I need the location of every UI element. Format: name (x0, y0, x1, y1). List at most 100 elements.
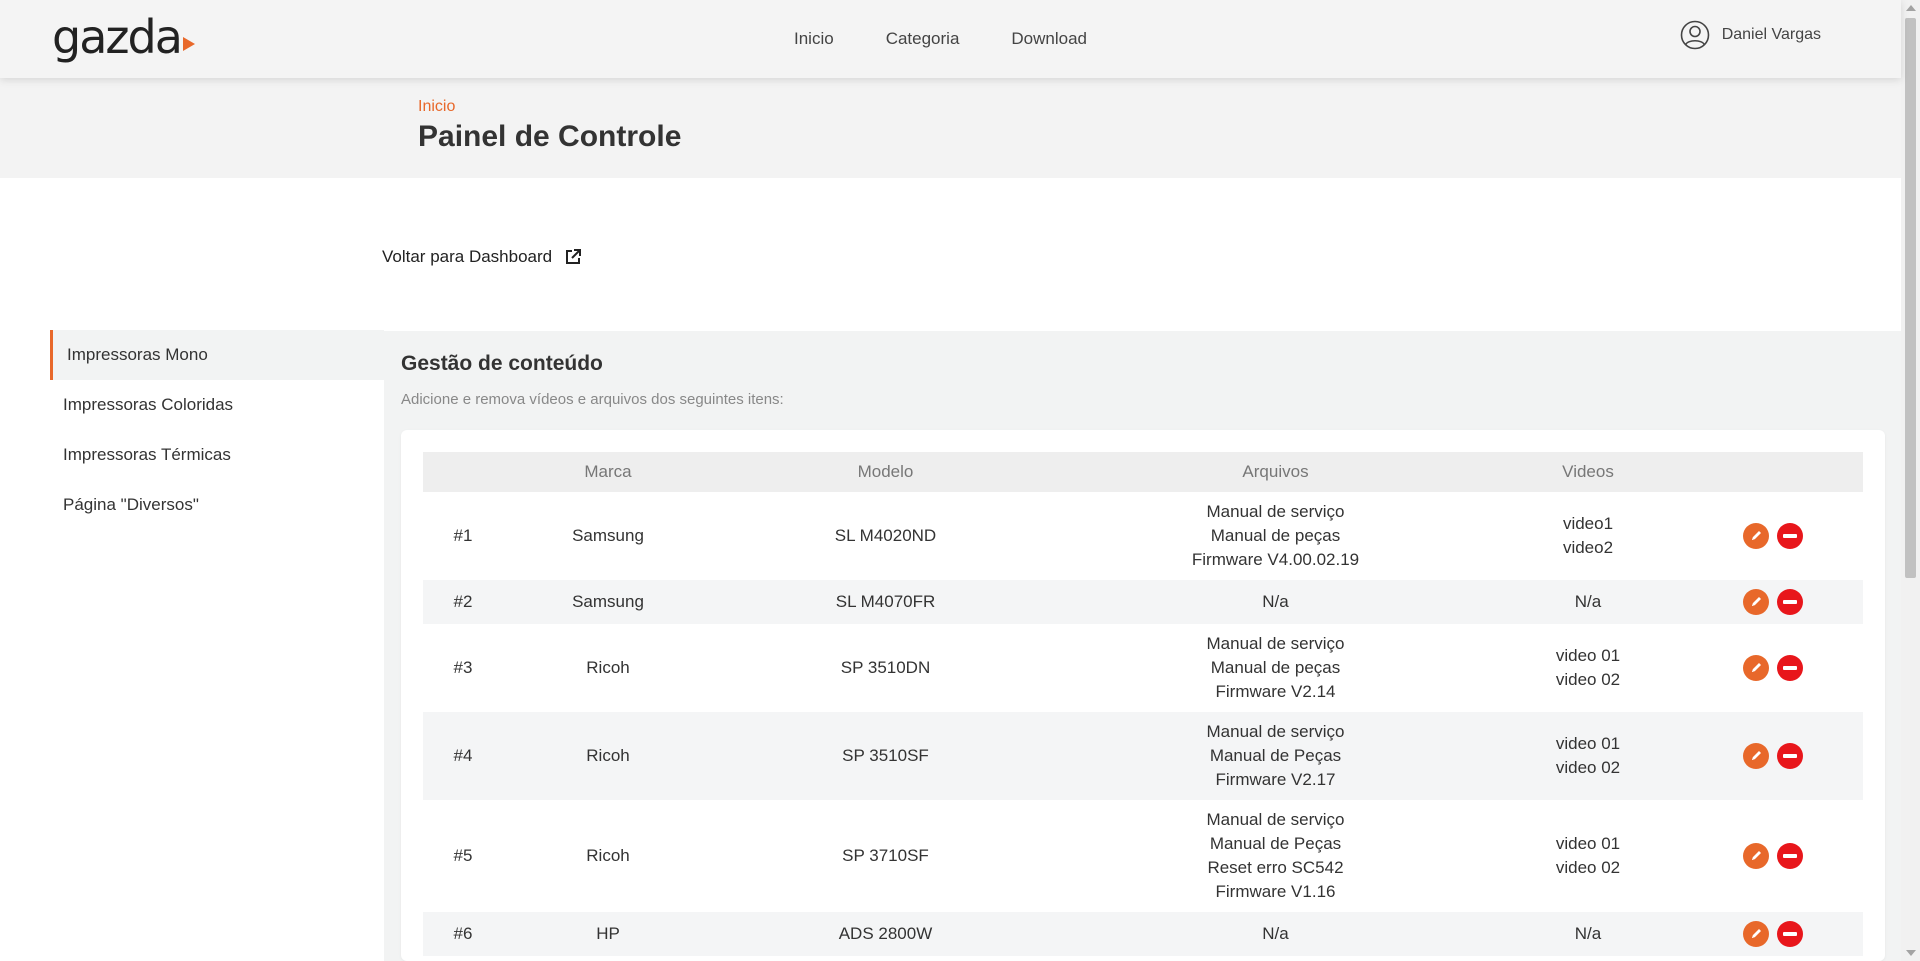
user-name: Daniel Vargas (1721, 26, 1821, 43)
external-link-icon (566, 249, 582, 264)
scroll-thumb[interactable] (1905, 18, 1916, 578)
cell-modelo: SP 3710SF (842, 846, 929, 865)
sidebar-item-label: Impressoras Térmicas (63, 445, 231, 464)
sidebar-item-impressoras-mono[interactable]: Impressoras Mono (50, 330, 384, 380)
sidebar-item-impressoras-termicas[interactable]: Impressoras Térmicas (50, 430, 384, 480)
cell-videos: N/a (1493, 580, 1683, 624)
cell-videos: video 01 video 02 (1493, 712, 1683, 800)
cell-modelo: ADS 2800W (838, 924, 933, 943)
file-item: Manual de Peças (1209, 746, 1342, 765)
sidebar-item-pagina-diversos[interactable]: Página "Diversos" (50, 480, 384, 530)
scroll-up-icon[interactable] (1906, 5, 1916, 11)
file-item: Manual de peças (1210, 526, 1341, 545)
breadcrumb[interactable]: Inicio (418, 98, 455, 116)
cell-videos: N/a (1493, 912, 1683, 956)
video-item: video 01 (1555, 834, 1621, 853)
cell-arquivos: Manual de serviço Manual de Peças Reset er… (1058, 800, 1493, 912)
cell-marca: Ricoh (586, 846, 630, 865)
delete-button[interactable] (1777, 523, 1803, 549)
sidebar-item-label: Impressoras Mono (67, 345, 208, 364)
cell-actions (1683, 712, 1863, 800)
row-index: #6 (453, 924, 473, 943)
cell-actions (1683, 800, 1863, 912)
table-row: #1 Samsung SL M4020ND Manual de serviço Manu… (423, 492, 1863, 580)
video-item: video 02 (1555, 858, 1621, 877)
row-index: #2 (453, 592, 473, 611)
minus-circle-icon (1783, 666, 1797, 670)
table-row: #6 HP ADS 2800W N/a N/a (423, 912, 1863, 956)
header-arquivos: Arquivos (1058, 452, 1493, 492)
back-link-label: Voltar para Dashboard (382, 247, 553, 266)
minus-circle-icon (1783, 534, 1797, 538)
row-actions (1683, 589, 1863, 615)
row-actions (1683, 921, 1863, 947)
user-menu[interactable]: Daniel Vargas (1680, 20, 1821, 50)
video-item: video 01 (1555, 734, 1621, 753)
nav-item-download[interactable]: Download (1011, 29, 1087, 49)
row-index: #3 (453, 658, 473, 677)
edit-button[interactable] (1743, 655, 1769, 681)
cell-arquivos: Manual de serviço Manual de peças Firmware… (1058, 492, 1493, 580)
cell-arquivos: N/a (1058, 580, 1493, 624)
sidebar-item-label: Página "Diversos" (63, 495, 199, 514)
delete-button[interactable] (1777, 655, 1803, 681)
video-item: video 01 (1555, 646, 1621, 665)
table-header-row: Marca Modelo Arquivos Videos (423, 452, 1863, 492)
edit-button[interactable] (1743, 843, 1769, 869)
page-header: Inicio Painel de Controle (0, 78, 1901, 178)
logo-text: gazda (52, 10, 183, 64)
file-item: Firmware V2.14 (1215, 682, 1336, 701)
video-item: video 02 (1555, 670, 1621, 689)
sidebar: Impressoras Mono Impressoras Coloridas I… (50, 330, 384, 530)
pencil-icon (1752, 597, 1761, 606)
edit-button[interactable] (1743, 523, 1769, 549)
header-marca: Marca (503, 452, 713, 492)
delete-button[interactable] (1777, 589, 1803, 615)
main-nav: Inicio Categoria Download (794, 0, 1139, 78)
brand-logo[interactable]: gazda (52, 12, 195, 62)
cell-marca: Samsung (572, 592, 644, 611)
header-actions (1683, 452, 1863, 492)
file-item: Manual de Peças (1209, 834, 1342, 853)
pencil-icon (1752, 531, 1761, 540)
header-modelo: Modelo (713, 452, 1058, 492)
page-scrollbar[interactable] (1901, 0, 1920, 961)
file-item: Manual de serviço (1206, 634, 1345, 653)
table-row: #3 Ricoh SP 3510DN Manual de serviço Manual … (423, 624, 1863, 712)
pencil-icon (1752, 663, 1761, 672)
sidebar-item-impressoras-coloridas[interactable]: Impressoras Coloridas (50, 380, 384, 430)
logo-arrow-icon (182, 37, 195, 51)
cell-actions (1683, 580, 1863, 624)
delete-button[interactable] (1777, 921, 1803, 947)
cell-arquivos: Manual de serviço Manual de Peças Firmware… (1058, 712, 1493, 800)
edit-button[interactable] (1743, 921, 1769, 947)
scroll-down-icon[interactable] (1906, 950, 1916, 956)
file-item: Firmware V1.16 (1215, 882, 1336, 901)
file-item: Reset erro SC542 (1207, 858, 1344, 877)
pencil-icon (1752, 851, 1761, 860)
back-to-dashboard-link[interactable]: Voltar para Dashboard (382, 247, 582, 267)
file-item: Manual de serviço (1206, 722, 1345, 741)
sidebar-item-label: Impressoras Coloridas (63, 395, 234, 414)
nav-item-categoria[interactable]: Categoria (886, 29, 960, 49)
cell-arquivos: N/a (1058, 912, 1493, 956)
cell-arquivos: Manual de serviço Manual de peças Firmware… (1058, 624, 1493, 712)
content-table-card: Marca Modelo Arquivos Videos #1 Samsung SL… (401, 430, 1885, 961)
edit-button[interactable] (1743, 589, 1769, 615)
video-item: N/a (1574, 592, 1602, 611)
cell-actions (1683, 912, 1863, 956)
cell-actions (1683, 624, 1863, 712)
cell-modelo: SP 3510SF (842, 746, 929, 765)
edit-button[interactable] (1743, 743, 1769, 769)
delete-button[interactable] (1777, 843, 1803, 869)
nav-item-inicio[interactable]: Inicio (794, 29, 834, 49)
cell-marca: Samsung (572, 526, 644, 545)
cell-modelo: SP 3510DN (840, 658, 931, 677)
cell-modelo: SL M4020ND (834, 526, 937, 545)
minus-circle-icon (1783, 932, 1797, 936)
section-title: Gestão de conteúdo (401, 352, 603, 375)
table-row: #5 Ricoh SP 3710SF Manual de serviço Manual … (423, 800, 1863, 912)
section-subtitle: Adicione e remova vídeos e arquivos dos … (401, 391, 784, 408)
table-row: #2 Samsung SL M4070FR N/a N/a (423, 580, 1863, 624)
delete-button[interactable] (1777, 743, 1803, 769)
